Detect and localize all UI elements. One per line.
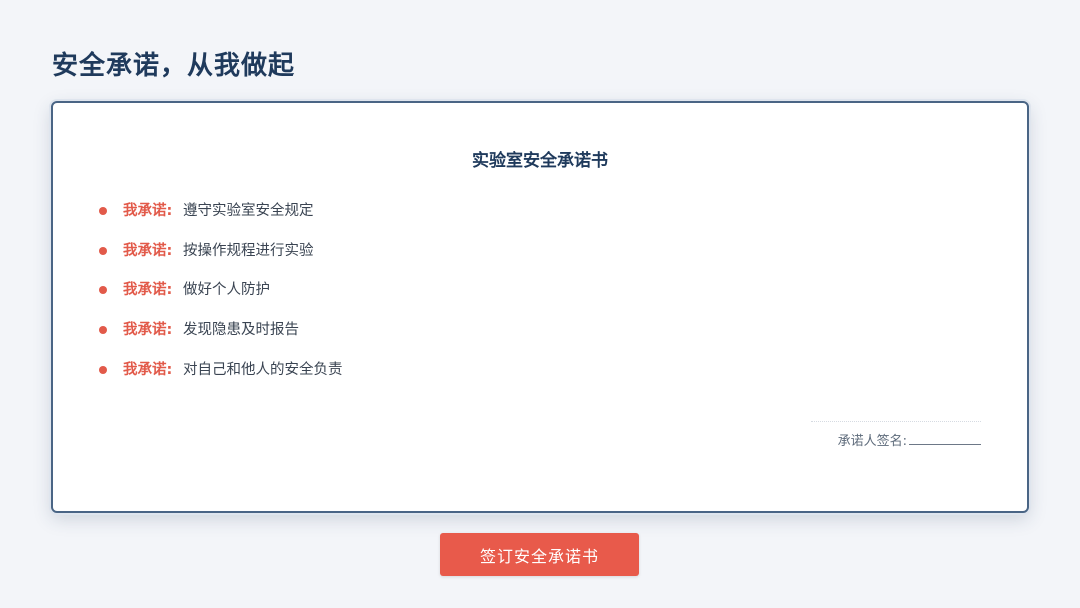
- pledge-card: 实验室安全承诺书 我承诺: 遵守实验室安全规定 我承诺: 按操作规程进行实验 我…: [51, 101, 1029, 513]
- pledge-prefix: 我承诺:: [123, 282, 173, 299]
- bullet-dot-icon: [99, 207, 107, 215]
- pledge-prefix: 我承诺:: [123, 322, 173, 339]
- bullet-dot-icon: [99, 246, 107, 255]
- signature-field[interactable]: [909, 430, 981, 445]
- pledge-prefix: 我承诺:: [123, 361, 173, 378]
- bullet-dot-icon: [99, 286, 107, 295]
- pledge-text: 对自己和他人的安全负责: [183, 361, 343, 378]
- signature-area: 承诺人签名:: [811, 421, 981, 452]
- pledge-text: 按操作规程进行实验: [183, 242, 314, 259]
- pledge-text: 遵守实验室安全规定: [183, 203, 314, 219]
- page-title: 安全承诺，从我做起: [52, 51, 296, 81]
- bullet-dot-icon: [99, 326, 107, 335]
- pledge-text: 做好个人防护: [183, 282, 270, 299]
- signature-label: 承诺人签名:: [837, 434, 907, 449]
- pledge-prefix: 我承诺:: [123, 242, 173, 259]
- bullet-dot-icon: [99, 365, 107, 374]
- pledge-prefix: 我承诺:: [123, 203, 173, 219]
- sign-pledge-button[interactable]: 签订安全承诺书: [440, 533, 639, 576]
- pledge-document-title: 实验室安全承诺书: [472, 151, 608, 171]
- pledge-text: 发现隐患及时报告: [183, 322, 299, 339]
